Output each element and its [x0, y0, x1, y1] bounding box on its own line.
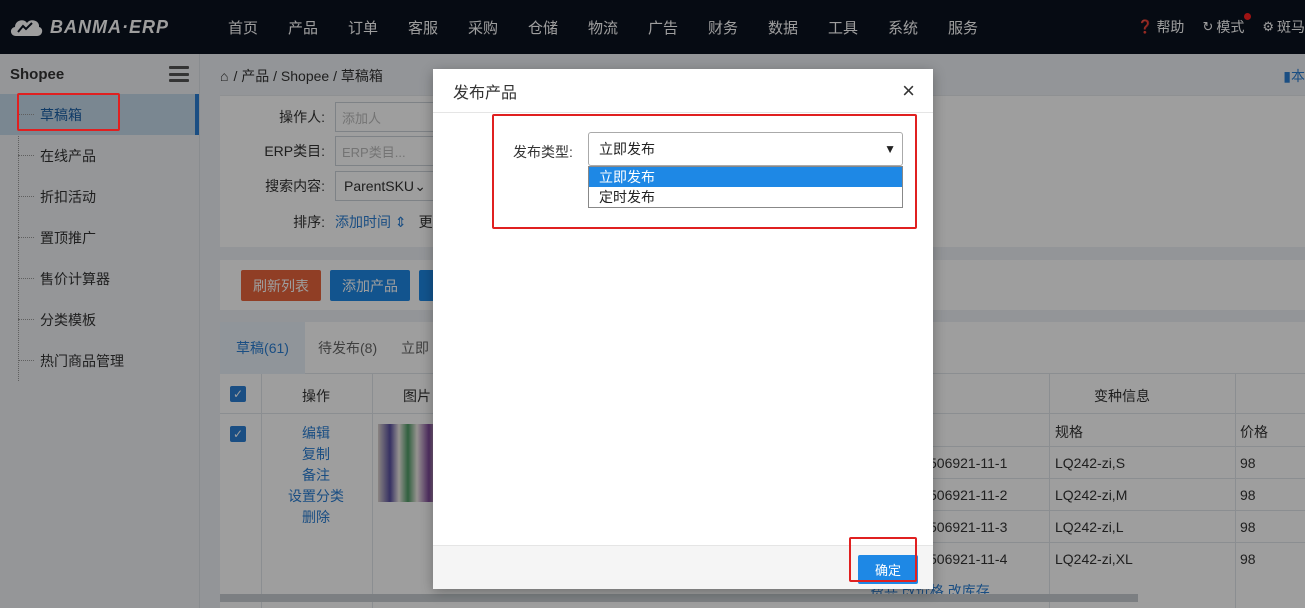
close-icon[interactable]: × [902, 79, 915, 102]
highlight-box-publish-type [492, 114, 917, 229]
highlight-box-confirm [849, 537, 917, 582]
highlight-box-drafts [17, 93, 120, 131]
dialog-title: 发布产品 [453, 84, 518, 102]
dialog-header: 发布产品 × [433, 69, 933, 113]
